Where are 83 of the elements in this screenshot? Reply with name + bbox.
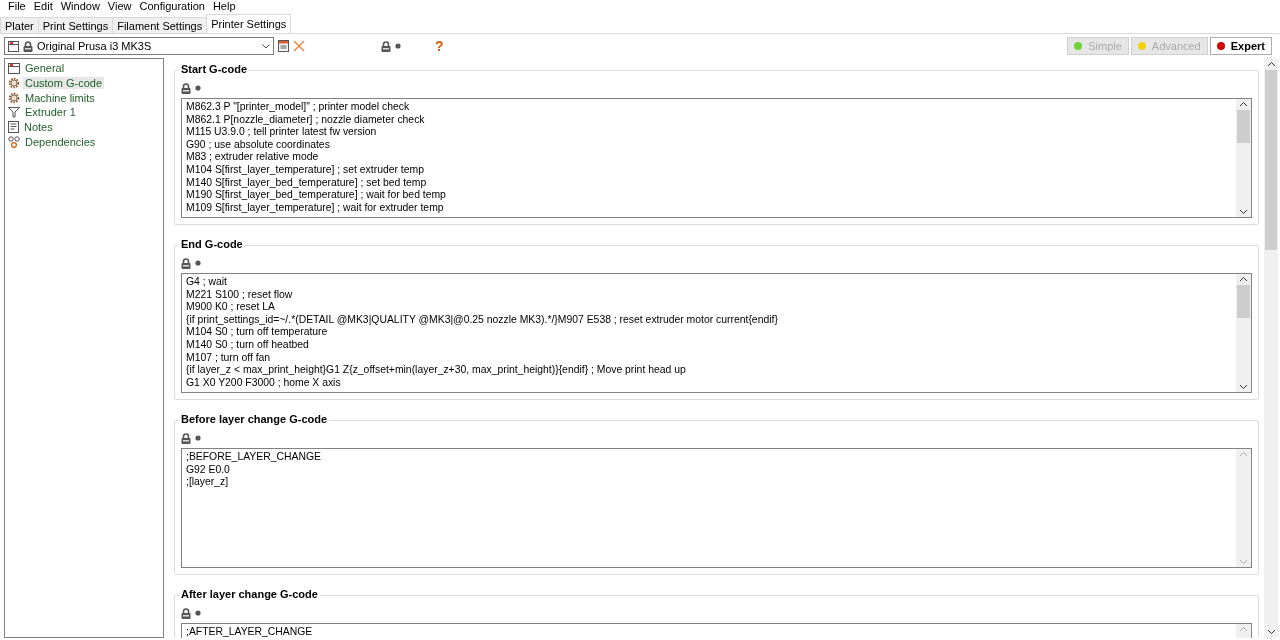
dot-icon [195, 85, 201, 91]
scrollbar[interactable] [1264, 58, 1278, 638]
section-title: Start G-code [179, 63, 249, 75]
lock-icon [23, 40, 33, 52]
funnel-icon [8, 106, 20, 119]
code-line: M900 K0 ; reset LA [186, 301, 276, 314]
tab[interactable]: Print Settings [37, 17, 114, 33]
printer-preset-icon [8, 40, 19, 52]
delete-icon[interactable] [293, 40, 305, 52]
dot-icon [395, 43, 401, 49]
code-line: M221 S100 ; reset flow [186, 288, 294, 302]
gcode-editor[interactable] [181, 98, 1252, 218]
lock-icon [181, 432, 191, 444]
lock-icon [181, 257, 191, 269]
mode-button[interactable]: Expert [1209, 37, 1272, 55]
dot-icon [195, 435, 201, 441]
lock-icon [381, 40, 391, 52]
code-line: ;AFTER_LAYER_CHANGE [186, 626, 314, 638]
chevron-down-icon [262, 43, 270, 49]
save-icon[interactable] [278, 40, 289, 52]
menu-item[interactable]: View [103, 0, 136, 12]
sidebar-item[interactable]: Extruder 1 [23, 106, 78, 119]
code-line: G4 ; wait [186, 276, 228, 289]
section-title: End G-code [179, 238, 245, 250]
sidebar-item[interactable]: General [23, 62, 67, 75]
scrollbar-thumb[interactable] [1237, 110, 1250, 143]
code-line: ;BEFORE_LAYER_CHANGE [186, 451, 322, 464]
gear-icon [8, 91, 20, 104]
chevron-down-icon[interactable] [1239, 209, 1248, 215]
code-line: M115 U3.9.0 ; tell printer latest fw version [186, 126, 378, 139]
code-line: {if print_settings_id=~/.*(DETAIL @MK3|QUALITY @MK3|@0.25 nozzle MK3).*/}M907 E538 ; reset extruder motor current{endif} [186, 313, 779, 327]
chevron-up-icon[interactable] [1239, 101, 1248, 107]
notes-icon [8, 121, 19, 134]
dependencies-icon [8, 135, 20, 148]
scrollbar-thumb[interactable] [1237, 285, 1250, 318]
section-title: After layer change G-code [179, 588, 320, 600]
window-icon [8, 62, 20, 74]
menu-item[interactable]: Edit [29, 0, 57, 12]
code-line: G1 X0 Y200 F3000 ; home X axis [186, 376, 342, 390]
chevron-up-icon[interactable] [1239, 276, 1248, 282]
code-line: ;[layer_z] [186, 476, 230, 489]
dot-icon [195, 260, 201, 266]
chevron-up-icon[interactable] [1266, 61, 1276, 67]
gcode-editor[interactable]: ;BEFORE_LAYER_CHANGE G92 E0.0 ;[layer_z] [181, 448, 1252, 568]
code-line: M862.3 P "[printer_model]" ; printer model check [186, 101, 411, 114]
code-line: M107 ; turn off fan [186, 351, 272, 365]
menu-item[interactable]: File [4, 0, 30, 12]
dot-icon [195, 610, 201, 616]
gear-icon [8, 77, 20, 90]
code-line: M862.1 P[nozzle_diameter] ; nozzle diameter check [186, 113, 426, 127]
menu-item[interactable]: Window [56, 0, 104, 12]
help-icon[interactable]: ? [435, 38, 444, 54]
code-line: M109 S[first_layer_temperature] ; wait for extruder temp [186, 201, 445, 215]
code-line: M83 ; extruder relative mode [186, 151, 320, 164]
gcode-editor[interactable] [181, 273, 1252, 393]
code-line: M190 S[first_layer_bed_temperature] ; wait for bed temp [186, 189, 447, 202]
code-line: M104 S0 ; turn off temperature [186, 326, 329, 339]
code-line: M140 S0 ; turn off heatbed [186, 338, 310, 352]
chevron-down-icon[interactable] [1266, 629, 1276, 635]
tab[interactable]: Filament Settings [112, 17, 208, 33]
code-line: G90 ; use absolute coordinates [186, 138, 331, 152]
sidebar-item[interactable]: Machine limits [23, 91, 97, 104]
preset-dropdown[interactable]: Original Prusa i3 MK3S [4, 37, 274, 55]
code-line: G92 E0.0 [186, 463, 231, 477]
lock-icon [181, 82, 191, 94]
scrollbar[interactable] [1236, 274, 1251, 392]
preset-name: Original Prusa i3 MK3S [37, 40, 153, 52]
code-line: M104 S[first_layer_temperature] ; set extruder temp [186, 163, 425, 177]
scrollbar-thumb[interactable] [1265, 70, 1277, 250]
lock-icon [181, 607, 191, 619]
scrollbar[interactable] [1236, 99, 1251, 217]
menu-item[interactable]: Configuration [135, 0, 209, 12]
sidebar-item[interactable]: Notes [22, 121, 55, 134]
tab[interactable]: Printer Settings [206, 14, 292, 33]
code-line: M140 S[first_layer_bed_temperature] ; set bed temp [186, 176, 428, 190]
sidebar-item[interactable]: Dependencies [23, 135, 98, 148]
tab[interactable]: Plater [0, 17, 39, 33]
code-line: {if layer_z < max_print_height}G1 Z{z_offset+min(layer_z+30, max_print_height)}{endif} ; Move print head up [186, 364, 687, 377]
chevron-down-icon[interactable] [1239, 384, 1248, 390]
menu-item[interactable]: Help [208, 0, 240, 12]
gcode-editor[interactable]: ;AFTER_LAYER_CHANGE [181, 623, 1252, 638]
section-title: Before layer change G-code [179, 413, 330, 425]
sidebar-item[interactable]: Custom G-code [23, 77, 105, 90]
